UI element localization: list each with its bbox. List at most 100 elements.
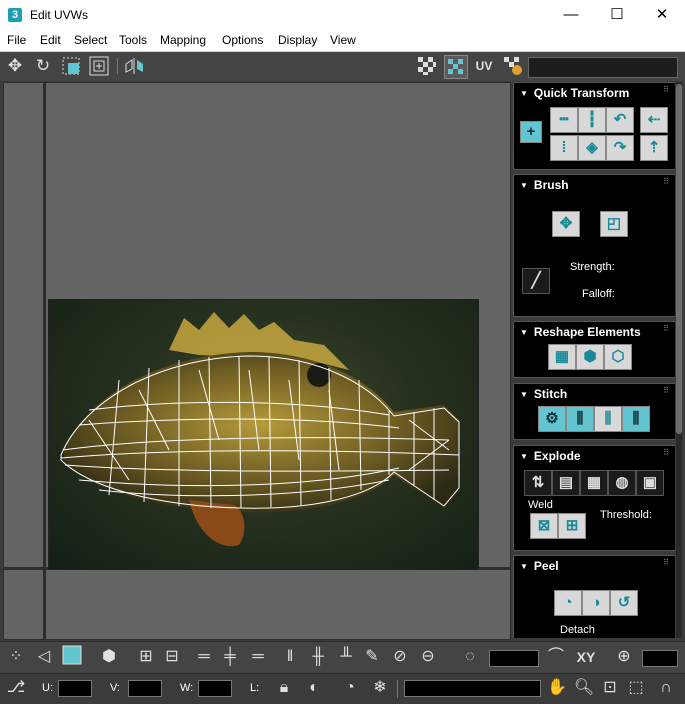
freeform-icon[interactable] — [88, 55, 110, 77]
element-select-icon[interactable]: ⬢ — [97, 645, 121, 669]
uv-label[interactable]: UV — [473, 55, 495, 77]
paint-select-icon[interactable]: ✎ — [360, 645, 384, 669]
grow-selection-icon[interactable]: ⊞ — [134, 645, 158, 669]
paint-move-icon[interactable]: ✥ — [552, 211, 580, 237]
align-vertical-button[interactable]: ┇ — [578, 107, 606, 133]
menu-options[interactable]: Options — [222, 33, 263, 47]
uv-editor-icon[interactable] — [502, 55, 524, 77]
texture-checker-icon[interactable] — [444, 55, 468, 79]
rotate-cw-button[interactable]: ↷ — [606, 135, 634, 161]
snap-icon[interactable]: ∩ — [654, 676, 678, 700]
zoom-extents-icon[interactable]: ⬚ — [624, 676, 648, 700]
space-vertical-button[interactable]: ⇠ — [640, 107, 668, 133]
peel-mode-button[interactable]: ◑ — [582, 590, 610, 616]
reshape-cube-button[interactable]: ⬡ — [604, 344, 632, 370]
rollout-title[interactable]: ▼ Quick Transform — [520, 86, 629, 100]
xy-label[interactable]: XY — [574, 645, 598, 669]
zoom-region-icon[interactable]: ⊡ — [598, 676, 622, 700]
close-button[interactable]: ✕ — [639, 0, 685, 30]
grip-icon[interactable]: ⠿ — [663, 325, 669, 333]
v-field[interactable] — [128, 680, 162, 697]
rollout-title[interactable]: ▼ Peel — [520, 559, 559, 573]
menu-view[interactable]: View — [330, 33, 356, 47]
relax-button[interactable]: ⬢ — [576, 344, 604, 370]
falloff-curve-icon[interactable]: ⌒ — [544, 645, 568, 669]
space-horizontal-button[interactable]: ⁞ — [550, 135, 578, 161]
edge-distance-field[interactable] — [642, 650, 678, 667]
menu-edit[interactable]: Edit — [40, 33, 61, 47]
freeze-icon[interactable]: ❄ — [368, 676, 392, 700]
menu-tools[interactable]: Tools — [119, 33, 147, 47]
menu-select[interactable]: Select — [74, 33, 107, 47]
vertex-select-icon[interactable]: ⁘ — [4, 645, 28, 669]
rollout-title[interactable]: ▼ Explode — [520, 449, 581, 463]
maximize-button[interactable]: ☐ — [594, 0, 640, 30]
align-horizontal-button[interactable]: ┅ — [550, 107, 578, 133]
lock-icon[interactable]: 🔒︎ — [272, 676, 296, 700]
world-space-icon[interactable]: ⊕ — [612, 645, 636, 669]
explode-by-smoothing-button[interactable]: ▦ — [580, 470, 608, 496]
mirror-icon[interactable] — [124, 55, 146, 77]
hide-icon[interactable]: ◐ — [302, 676, 326, 700]
brush-stroke-icon[interactable]: ╱ — [522, 268, 550, 294]
grip-icon[interactable]: ⠿ — [663, 86, 669, 94]
rotate-icon[interactable]: ↻ — [32, 55, 54, 77]
filter-field[interactable] — [404, 680, 541, 697]
explode-to-islands-button[interactable]: ▤ — [552, 470, 580, 496]
absolute-relative-icon[interactable]: ⎇ — [4, 676, 28, 700]
align-center-button[interactable]: + — [520, 121, 542, 143]
edge-select-icon[interactable]: ◁ — [32, 645, 56, 669]
loop-grow-icon[interactable]: ╪ — [218, 645, 242, 669]
linear-align-button[interactable]: ◈ — [578, 135, 606, 161]
rollout-title[interactable]: ▼ Reshape Elements — [520, 325, 641, 339]
face-select-icon[interactable] — [60, 645, 84, 669]
menu-file[interactable]: File — [7, 33, 26, 47]
zoom-icon[interactable]: 🔍︎ — [572, 676, 596, 700]
pan-icon[interactable]: ✋ — [545, 676, 569, 700]
loop-select-icon[interactable]: ═ — [192, 645, 216, 669]
toolbar-dropdown[interactable] — [528, 57, 678, 78]
grip-icon[interactable]: ⠿ — [663, 559, 669, 567]
stitch-to-target-button[interactable]: ⫼ — [622, 406, 650, 432]
flatten-button[interactable]: ▣ — [636, 470, 664, 496]
rollout-title[interactable]: ▼ Stitch — [520, 387, 567, 401]
loop-shrink-icon[interactable]: ═ — [246, 645, 270, 669]
stitch-custom-button[interactable]: ⚙ — [538, 406, 566, 432]
grip-icon[interactable]: ⠿ — [663, 387, 669, 395]
ring-shrink-icon[interactable]: ╨ — [334, 645, 358, 669]
soft-selection-icon[interactable]: ◌ — [458, 645, 482, 669]
explode-by-material-button[interactable]: ◍ — [608, 470, 636, 496]
straighten-button[interactable]: ▦ — [548, 344, 576, 370]
ring-grow-icon[interactable]: ╫ — [306, 645, 330, 669]
menu-mapping[interactable]: Mapping — [160, 33, 206, 47]
paint-shrink-icon[interactable]: ⊖ — [416, 645, 440, 669]
quick-peel-button[interactable]: ◔ — [554, 590, 582, 616]
weld-selected-button[interactable]: ⊠ — [530, 513, 558, 539]
paint-grow-icon[interactable]: ⊘ — [388, 645, 412, 669]
reset-peel-button[interactable]: ↺ — [610, 590, 638, 616]
uv-viewport[interactable] — [3, 82, 511, 640]
grip-icon[interactable]: ⠿ — [663, 178, 669, 186]
falloff-value-field[interactable] — [489, 650, 539, 667]
break-button[interactable]: ⇅ — [524, 470, 552, 496]
scrollbar-thumb[interactable] — [676, 84, 682, 434]
move-icon[interactable]: ✥ — [4, 55, 26, 77]
w-field[interactable] — [198, 680, 232, 697]
show-icon[interactable]: ◔ — [338, 676, 362, 700]
detach-label: Detach — [560, 624, 595, 636]
checker-icon[interactable] — [416, 55, 438, 77]
distribute-button[interactable]: ⇡ — [640, 135, 668, 161]
stitch-to-source-button[interactable]: ⫼ — [566, 406, 594, 432]
relax-brush-icon[interactable]: ◰ — [600, 211, 628, 237]
ring-select-icon[interactable]: ‖ — [278, 645, 302, 669]
shrink-selection-icon[interactable]: ⊟ — [160, 645, 184, 669]
scale-icon[interactable] — [60, 55, 82, 77]
target-weld-button[interactable]: ⊞ — [558, 513, 586, 539]
rollout-title[interactable]: ▼ Brush — [520, 178, 569, 192]
minimize-button[interactable]: — — [548, 0, 594, 30]
u-field[interactable] — [58, 680, 92, 697]
stitch-average-button[interactable]: ⫼ — [594, 406, 622, 432]
grip-icon[interactable]: ⠿ — [663, 449, 669, 457]
rotate-ccw-button[interactable]: ↶ — [606, 107, 634, 133]
menu-display[interactable]: Display — [278, 33, 317, 47]
